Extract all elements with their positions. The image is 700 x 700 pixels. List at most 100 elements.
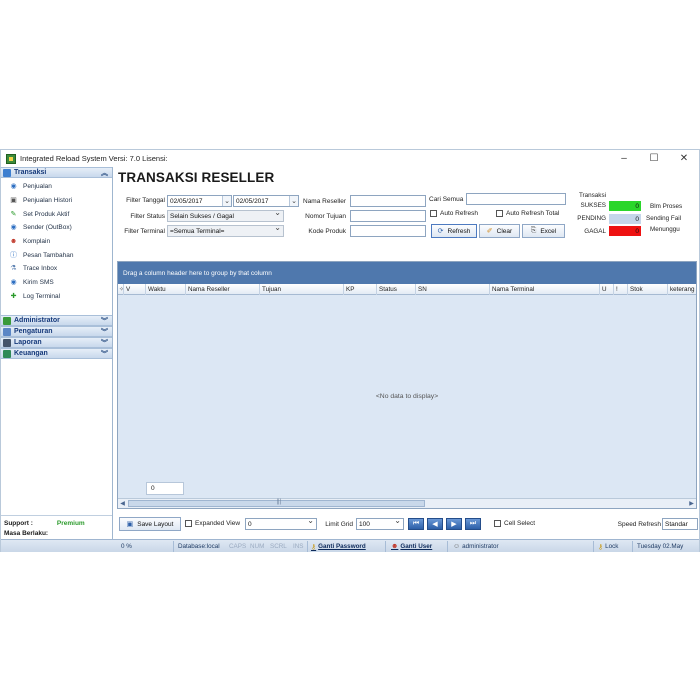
refresh-button[interactable]: ⟳ Refresh [431,224,477,238]
ganti-user-link[interactable]: ☻ Ganti User [391,540,432,553]
chevron-down-icon[interactable]: ⌄ [222,196,231,206]
sidebar-collapsed-groups: Administrator ︾ Pengaturan ︾ Laporan ︾ K… [1,315,112,359]
sidebar-group-transaksi[interactable]: Transaksi ︽ [1,167,112,178]
excel-label: Excel [540,227,557,235]
filter-status-select[interactable]: Selain Sukses / Gagal [167,208,284,222]
limit-grid-value: 100 [359,520,370,528]
excel-button[interactable]: ⎘ Excel [522,224,565,238]
expanded-view-select[interactable]: 0 [245,516,317,530]
chevron-up-icon[interactable]: ︽ [101,168,108,178]
transactions-grid: Drag a column header here to group by th… [117,261,697,509]
sidebar-group-pengaturan[interactable]: Pengaturan ︾ [1,326,112,337]
checkbox-box[interactable] [185,520,192,527]
ganti-password-link[interactable]: ⚷ Ganti Password [311,540,366,553]
scrollbar-thumb[interactable]: ||| [128,499,425,507]
auto-refresh-checkbox[interactable]: Auto Refresh [430,210,478,217]
column-header-tujuan[interactable]: Tujuan [260,284,344,295]
minimize-button[interactable]: – [609,150,639,167]
column-header-sn[interactable]: SN [416,284,490,295]
maximize-button[interactable]: ☐ [639,150,669,167]
sukses-label: SUKSES [580,202,606,209]
auto-refresh-total-checkbox[interactable]: Auto Refresh Total [496,210,559,217]
sidebar-group-administrator[interactable]: Administrator ︾ [1,315,112,326]
column-header-status[interactable]: Status [377,284,416,295]
date-from-field[interactable]: 02/05/2017 ⌄ [167,195,232,207]
expanded-view-checkbox[interactable]: Expanded View [185,520,240,527]
person-icon: ☻ [9,238,18,246]
app-window: Integrated Reload System Versi: 7.0 Lise… [0,149,700,552]
clear-button[interactable]: ✐ Clear [479,224,520,238]
chevron-down-icon[interactable]: ︾ [101,349,108,359]
sidebar-group-label: Keuangan [14,350,48,357]
sidebar-item-kirim-sms[interactable]: ◉ Kirim SMS [1,276,112,290]
sidebar-item-trace-inbox[interactable]: ⚗ Trace Inbox [1,262,112,276]
save-layout-button[interactable]: ▣ Save Layout [119,517,181,531]
sidebar-item-label: Komplain [23,238,51,246]
column-header-v[interactable]: V [124,284,146,295]
caps-indicator: CAPS [229,543,247,550]
sidebar-item-penjualan-histori[interactable]: ▣ Penjualan Histori [1,194,112,208]
lock-button[interactable]: ⚷ Lock [598,540,618,553]
close-button[interactable]: ✕ [669,150,699,167]
kode-produk-input[interactable] [350,225,426,237]
column-header-nama-reseller[interactable]: Nama Reseller [186,284,260,295]
column-header-stok[interactable]: Stok [628,284,668,295]
column-header-u[interactable]: U [600,284,614,295]
checkbox-box[interactable] [430,210,437,217]
sidebar-item-set-produk-aktif[interactable]: ✎ Set Produk Aktif [1,207,112,221]
gagal-count: 0 [609,226,641,236]
refresh-icon: ⟳ [437,228,444,235]
date-to-field[interactable]: 02/05/2017 ⌄ [233,195,299,207]
sidebar-item-log-terminal[interactable]: ✚ Log Terminal [1,290,112,304]
limit-grid-select[interactable]: 100 [356,516,404,530]
globe-icon: ◉ [10,279,17,287]
scroll-right-icon[interactable]: ▶ [687,499,696,508]
settings-icon [3,327,11,336]
first-page-icon[interactable]: ⏮ [408,518,424,530]
scroll-left-icon[interactable]: ◀ [118,499,127,508]
last-page-icon[interactable]: ⏭ [465,518,481,530]
transaksi-nav-list: ◉ Penjualan ▣ Penjualan Histori ✎ Set Pr… [1,178,112,303]
speed-refresh-select[interactable]: Standar [662,518,698,530]
progress-text: 0 % [121,543,132,550]
scrollbar-grip: ||| [276,499,282,505]
horizontal-scrollbar[interactable]: ◀ ||| ▶ [118,498,696,508]
checkbox-box[interactable] [496,210,503,217]
sidebar-group-label: Laporan [14,339,42,346]
cell-select-label: Cell Select [504,520,536,527]
sidebar-group-laporan[interactable]: Laporan ︾ [1,337,112,348]
filter-terminal-select[interactable]: =Semua Terminal= [167,223,284,237]
sidebar-item-penjualan[interactable]: ◉ Penjualan [1,180,112,194]
num-indicator: NUM [250,543,265,550]
cari-semua-label: Cari Semua [429,196,464,203]
sidebar-item-pesan-tambahan[interactable]: ⓘ Pesan Tambahan [1,248,112,262]
chevron-down-icon[interactable]: ︾ [101,316,108,326]
expanded-view-value: 0 [248,520,252,528]
cari-semua-input[interactable] [466,193,566,205]
key-icon: ⚷ [598,543,604,551]
column-header-nama-terminal[interactable]: Nama Terminal [490,284,600,295]
save-layout-label: Save Layout [137,520,174,528]
chevron-down-icon[interactable]: ︾ [101,327,108,337]
column-header-flag[interactable]: ! [614,284,628,295]
previous-page-icon[interactable]: ◀ [427,518,443,530]
nama-reseller-input[interactable] [350,195,426,207]
sidebar-item-sender-outbox[interactable]: ◉ Sender (OutBox) [1,221,112,235]
group-by-panel[interactable]: Drag a column header here to group by th… [118,262,696,284]
column-header-waktu[interactable]: Waktu [146,284,186,295]
grid-body[interactable]: <No data to display> 0 [118,295,696,497]
column-header-kp[interactable]: KP [344,284,377,295]
sidebar-item-komplain[interactable]: ☻ Komplain [1,235,112,249]
cell-select-checkbox[interactable]: Cell Select [494,520,535,527]
sidebar-group-keuangan[interactable]: Keuangan ︾ [1,348,112,359]
column-header-keterangan[interactable]: keterang [668,284,696,295]
date-to-value: 02/05/2017 [236,197,269,205]
ins-indicator: INS [293,543,304,550]
checkbox-box[interactable] [494,520,501,527]
filter-terminal-value: =Semua Terminal= [170,227,225,235]
nomor-tujuan-input[interactable] [350,210,426,222]
chevron-down-icon[interactable]: ︾ [101,338,108,348]
next-page-icon[interactable]: ▶ [446,518,462,530]
nomor-tujuan-label: Nomor Tujuan [305,213,346,220]
pending-count: 0 [609,214,641,224]
